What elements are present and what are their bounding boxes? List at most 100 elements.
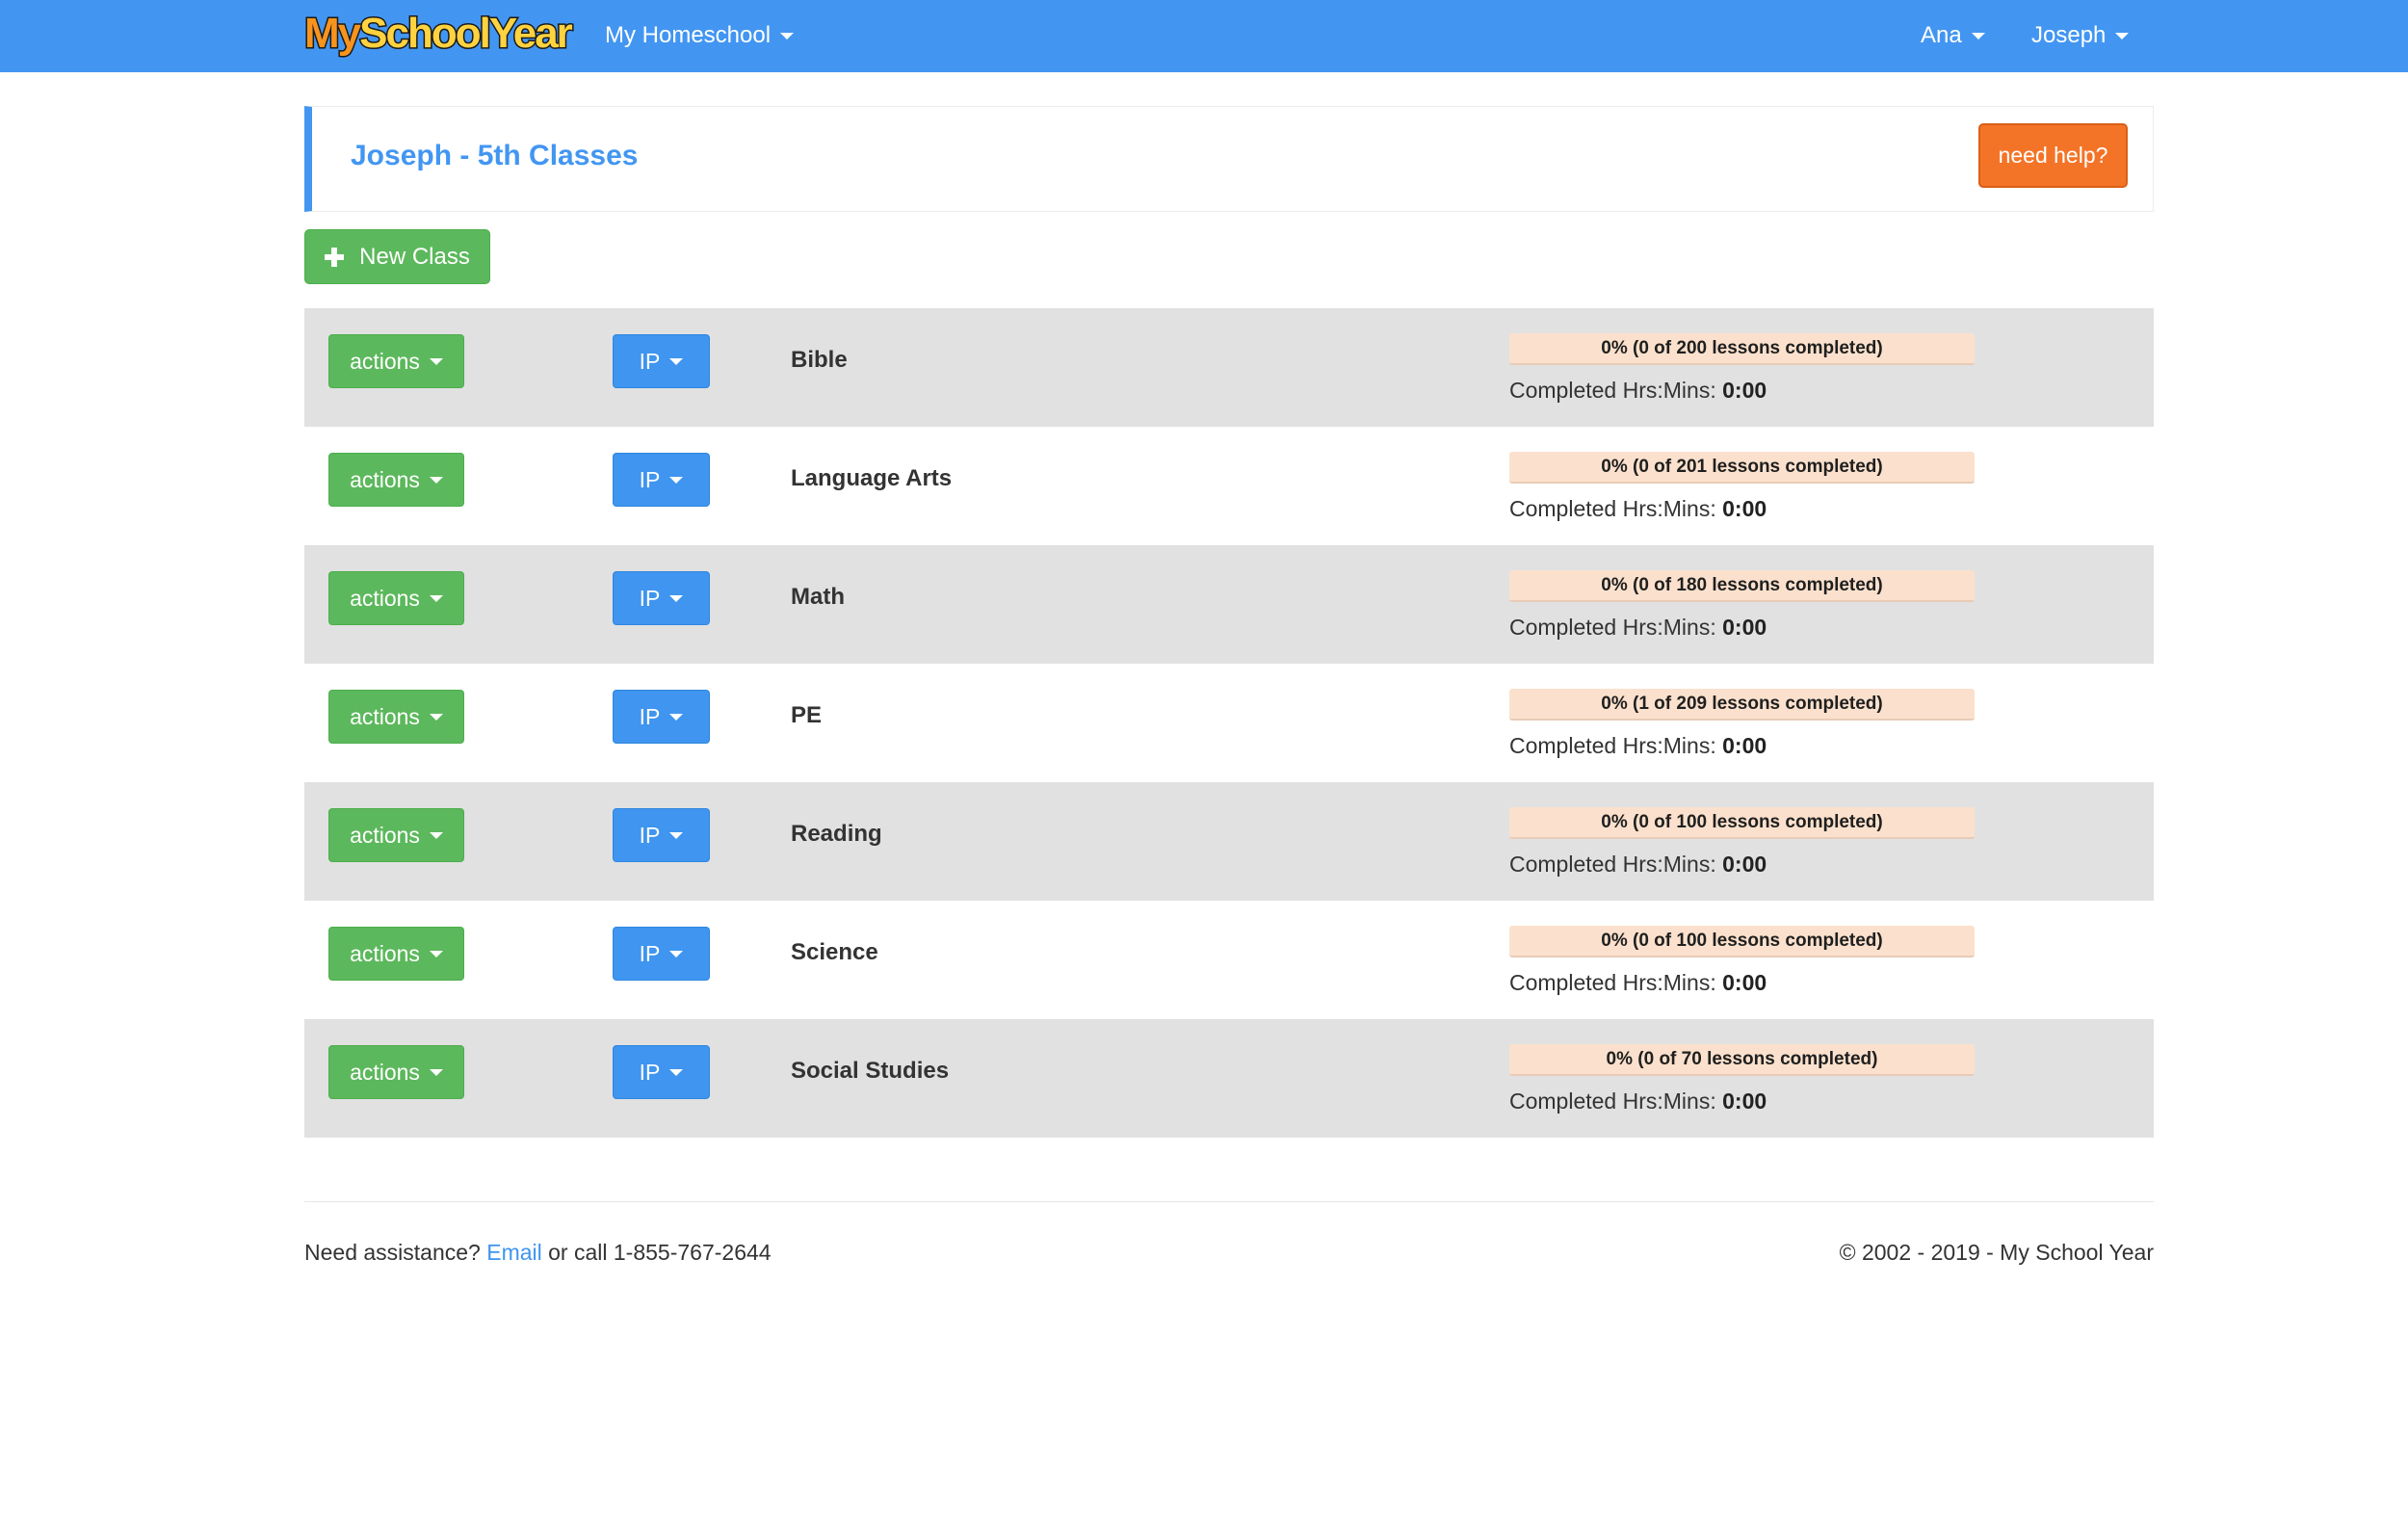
actions-label: actions xyxy=(350,1059,420,1085)
class-name: Social Studies xyxy=(791,1058,950,1084)
status-label: IP xyxy=(639,940,661,966)
progress-label: 0% (0 of 200 lessons completed) xyxy=(1601,337,1883,358)
completed-hours: Completed Hrs:Mins: 0:00 xyxy=(1509,494,1767,523)
class-name: PE xyxy=(791,702,823,728)
class-name: Bible xyxy=(791,347,848,373)
class-row: actions IP Language Arts 0% (0 of 201 le… xyxy=(304,427,2154,545)
completed-hours-label: Completed Hrs:Mins: xyxy=(1509,970,1716,995)
completed-hours: Completed Hrs:Mins: 0:00 xyxy=(1509,731,1767,760)
class-row: actions IP PE 0% (1 of 209 lessons compl… xyxy=(304,664,2154,782)
student-label: Joseph xyxy=(2031,22,2107,48)
caret-down-icon xyxy=(669,476,684,484)
status-dropdown-button[interactable]: IP xyxy=(613,808,710,862)
caret-down-icon xyxy=(429,713,443,721)
status-dropdown-button[interactable]: IP xyxy=(613,571,710,625)
class-name: Math xyxy=(791,584,845,610)
caret-down-icon xyxy=(429,1068,443,1076)
actions-label: actions xyxy=(350,348,420,374)
actions-label: actions xyxy=(350,585,420,611)
lesson-progress-bar: 0% (0 of 180 lessons completed) xyxy=(1509,570,1975,602)
status-dropdown-button[interactable]: IP xyxy=(613,453,710,507)
student-dropdown[interactable]: Joseph xyxy=(2031,16,2130,55)
top-navbar: MySchoolYear My Homeschool Ana Joseph xyxy=(0,0,2408,72)
page-title: Joseph - 5th Classes xyxy=(351,140,639,171)
completed-hours: Completed Hrs:Mins: 0:00 xyxy=(1509,1087,1767,1115)
actions-dropdown-button[interactable]: actions xyxy=(328,334,464,388)
completed-hours-label: Completed Hrs:Mins: xyxy=(1509,496,1716,521)
class-list: actions IP Bible 0% (0 of 200 lessons co… xyxy=(304,308,2154,1138)
status-dropdown-button[interactable]: IP xyxy=(613,690,710,744)
completed-hours-label: Completed Hrs:Mins: xyxy=(1509,1088,1716,1114)
caret-down-icon xyxy=(669,594,684,602)
actions-dropdown-button[interactable]: actions xyxy=(328,453,464,507)
lesson-progress-bar: 0% (0 of 200 lessons completed) xyxy=(1509,333,1975,365)
status-label: IP xyxy=(639,348,661,374)
completed-hours-value: 0:00 xyxy=(1722,733,1767,758)
new-class-button[interactable]: New Class xyxy=(304,229,490,284)
class-name: Reading xyxy=(791,821,882,847)
logo-text: MySchoolYear xyxy=(302,9,574,58)
class-name: Language Arts xyxy=(791,465,953,491)
my-school-year-logo[interactable]: MySchoolYear xyxy=(302,9,574,58)
actions-dropdown-button[interactable]: actions xyxy=(328,808,464,862)
my-homeschool-dropdown[interactable]: My Homeschool xyxy=(605,16,795,55)
caret-down-icon xyxy=(429,476,443,484)
completed-hours-value: 0:00 xyxy=(1722,378,1767,403)
actions-dropdown-button[interactable]: actions xyxy=(328,927,464,981)
completed-hours-value: 0:00 xyxy=(1722,615,1767,640)
caret-down-icon xyxy=(669,950,684,957)
actions-dropdown-button[interactable]: actions xyxy=(328,690,464,744)
completed-hours-label: Completed Hrs:Mins: xyxy=(1509,378,1716,403)
progress-label: 0% (0 of 70 lessons completed) xyxy=(1606,1048,1878,1069)
plus-icon xyxy=(325,247,345,267)
email-link[interactable]: Email xyxy=(486,1240,542,1265)
class-row: actions IP Reading 0% (0 of 100 lessons … xyxy=(304,782,2154,901)
progress-label: 0% (0 of 100 lessons completed) xyxy=(1601,930,1883,951)
actions-label: actions xyxy=(350,466,420,492)
completed-hours: Completed Hrs:Mins: 0:00 xyxy=(1509,850,1767,879)
completed-hours-value: 0:00 xyxy=(1722,852,1767,877)
progress-label: 0% (1 of 209 lessons completed) xyxy=(1601,693,1883,714)
user-dropdown[interactable]: Ana xyxy=(1921,16,1985,55)
progress-label: 0% (0 of 180 lessons completed) xyxy=(1601,574,1883,595)
status-dropdown-button[interactable]: IP xyxy=(613,334,710,388)
lesson-progress-bar: 0% (0 of 100 lessons completed) xyxy=(1509,926,1975,957)
caret-down-icon xyxy=(780,32,795,39)
class-row: actions IP Science 0% (0 of 100 lessons … xyxy=(304,901,2154,1019)
caret-down-icon xyxy=(669,357,684,365)
my-homeschool-label: My Homeschool xyxy=(605,22,772,48)
status-dropdown-button[interactable]: IP xyxy=(613,927,710,981)
status-label: IP xyxy=(639,822,661,848)
caret-down-icon xyxy=(429,831,443,839)
actions-label: actions xyxy=(350,703,420,729)
caret-down-icon xyxy=(429,357,443,365)
actions-dropdown-button[interactable]: actions xyxy=(328,1045,464,1099)
need-help-button[interactable]: need help? xyxy=(1978,123,2128,188)
class-row: actions IP Bible 0% (0 of 200 lessons co… xyxy=(304,308,2154,427)
lesson-progress-bar: 0% (0 of 201 lessons completed) xyxy=(1509,452,1975,484)
completed-hours-label: Completed Hrs:Mins: xyxy=(1509,615,1716,640)
caret-down-icon xyxy=(429,950,443,957)
lesson-progress-bar: 0% (1 of 209 lessons completed) xyxy=(1509,689,1975,721)
assist-suffix: or call 1-855-767-2644 xyxy=(548,1240,772,1265)
completed-hours-value: 0:00 xyxy=(1722,496,1767,521)
progress-label: 0% (0 of 201 lessons completed) xyxy=(1601,456,1883,477)
actions-dropdown-button[interactable]: actions xyxy=(328,571,464,625)
completed-hours: Completed Hrs:Mins: 0:00 xyxy=(1509,968,1767,997)
progress-label: 0% (0 of 100 lessons completed) xyxy=(1601,811,1883,832)
status-label: IP xyxy=(639,1059,661,1085)
assist-prefix: Need assistance? xyxy=(304,1240,481,1265)
lesson-progress-bar: 0% (0 of 100 lessons completed) xyxy=(1509,807,1975,839)
page-header-panel: Joseph - 5th Classes need help? xyxy=(304,106,2154,212)
completed-hours-label: Completed Hrs:Mins: xyxy=(1509,733,1716,758)
footer-assistance: Need assistance? Email or call 1-855-767… xyxy=(304,1238,772,1267)
completed-hours: Completed Hrs:Mins: 0:00 xyxy=(1509,613,1767,642)
completed-hours-label: Completed Hrs:Mins: xyxy=(1509,852,1716,877)
status-label: IP xyxy=(639,585,661,611)
actions-label: actions xyxy=(350,822,420,848)
caret-down-icon xyxy=(429,594,443,602)
completed-hours: Completed Hrs:Mins: 0:00 xyxy=(1509,376,1767,405)
status-dropdown-button[interactable]: IP xyxy=(613,1045,710,1099)
status-label: IP xyxy=(639,466,661,492)
caret-down-icon xyxy=(669,1068,684,1076)
